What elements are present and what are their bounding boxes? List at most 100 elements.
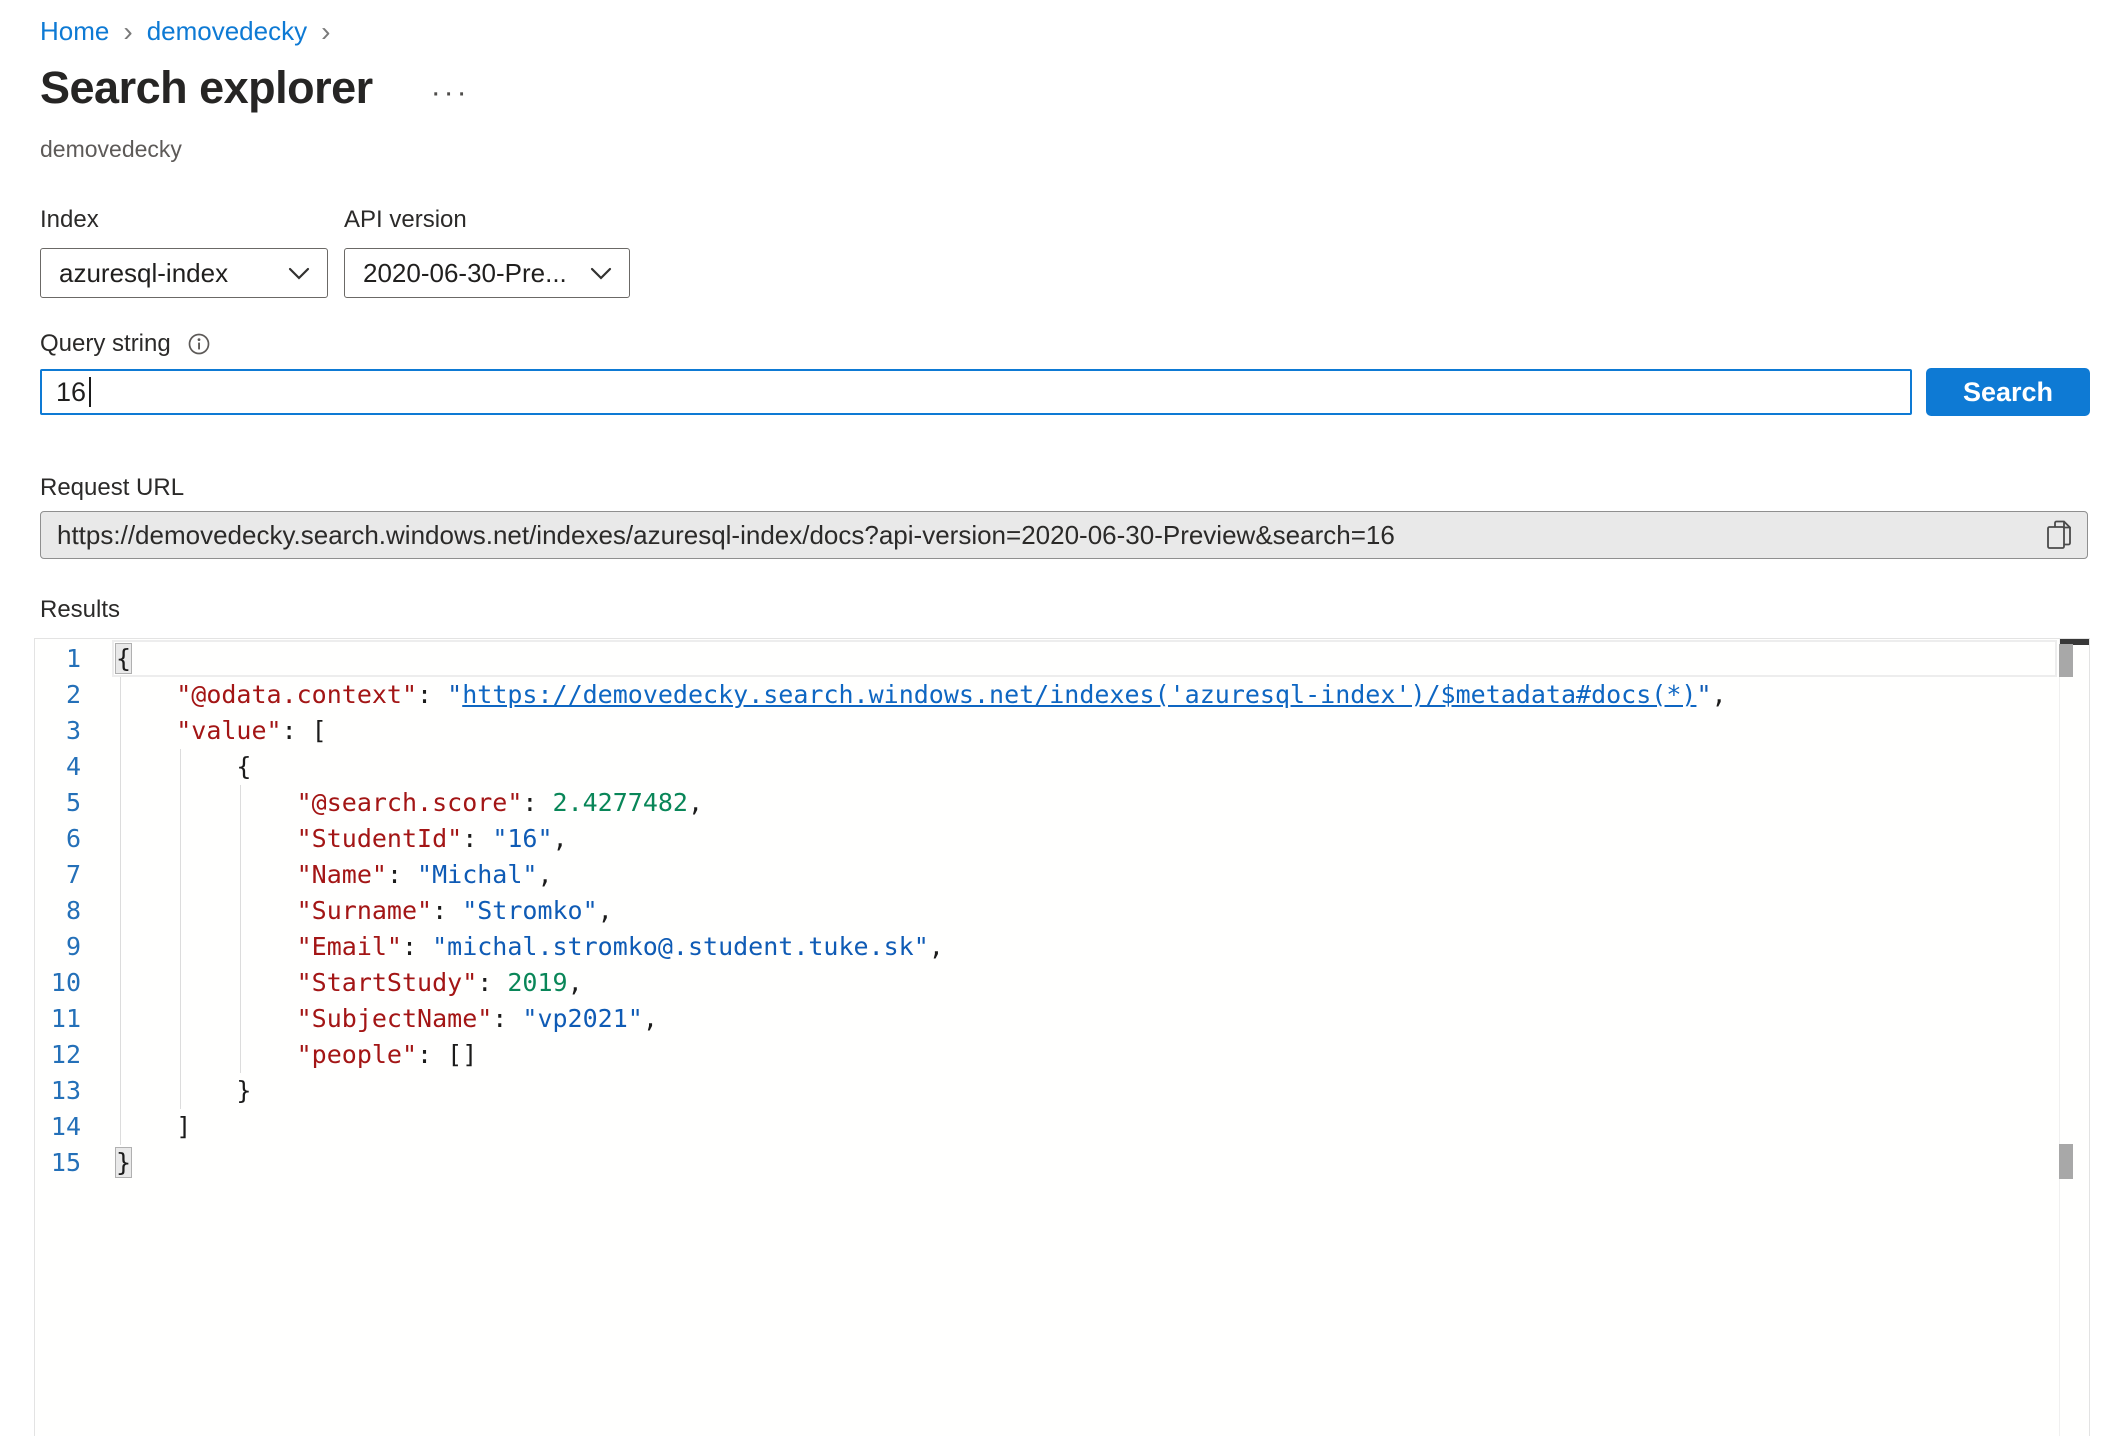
code-token: 2.4277482 <box>553 788 688 817</box>
code-line: 10 "StartStudy": 2019, <box>35 965 2089 1001</box>
code-line: 11 "SubjectName": "vp2021", <box>35 1001 2089 1037</box>
line-number: 3 <box>35 713 81 749</box>
breadcrumb: Home › demovedecky › <box>40 16 330 47</box>
code-line: 7 "Name": "Michal", <box>35 857 2089 893</box>
code-line: 13 } <box>35 1073 2089 1109</box>
line-number: 9 <box>35 929 81 965</box>
line-number: 14 <box>35 1109 81 1145</box>
chevron-down-icon <box>287 266 311 281</box>
text-caret <box>89 377 91 407</box>
code-token <box>116 860 297 889</box>
code-token <box>116 1004 297 1033</box>
more-actions-button[interactable]: ··· <box>431 66 470 110</box>
code-lines: 1 {2 "@odata.context": "https://demovedec… <box>35 639 2089 1436</box>
code-token: } <box>116 1076 251 1105</box>
code-token: "@search.score" <box>297 788 523 817</box>
code-token <box>116 716 176 745</box>
code-token: { <box>116 644 131 673</box>
code-token: : [] <box>417 1040 477 1069</box>
copy-icon[interactable] <box>2045 519 2073 551</box>
page-subtitle: demovedecky <box>40 136 182 163</box>
code-token: , <box>568 968 583 997</box>
query-string-input[interactable] <box>40 369 1912 415</box>
code-token: } <box>116 1148 131 1177</box>
request-url-value: https://demovedecky.search.windows.net/i… <box>57 520 1395 551</box>
code-token <box>116 788 297 817</box>
code-line: 6 "StudentId": "16", <box>35 821 2089 857</box>
line-number: 15 <box>35 1145 81 1181</box>
code-token: "michal.stromko@.student.tuke.sk" <box>432 932 929 961</box>
query-string-label: Query string <box>40 330 171 358</box>
code-token <box>116 932 297 961</box>
code-line: 3 "value": [ <box>35 713 2089 749</box>
code-token: : <box>477 968 507 997</box>
results-editor[interactable]: 1 {2 "@odata.context": "https://demovedec… <box>34 638 2090 1436</box>
code-token: ] <box>116 1112 191 1141</box>
code-token: : <box>387 860 417 889</box>
code-token: "@odata.context" <box>176 680 417 709</box>
code-token: : <box>417 680 447 709</box>
code-token: "16" <box>492 824 552 853</box>
editor-scrollbar[interactable] <box>2059 639 2089 1436</box>
code-line: 8 "Surname": "Stromko", <box>35 893 2089 929</box>
code-token: : [ <box>282 716 327 745</box>
code-token: "SubjectName" <box>297 1004 493 1033</box>
odata-context-link[interactable]: https://demovedecky.search.windows.net/i… <box>462 680 1696 709</box>
api-version-select-value: 2020-06-30-Pre... <box>363 258 567 289</box>
code-token: , <box>1712 680 1727 709</box>
index-select[interactable]: azuresql-index <box>40 248 328 298</box>
code-token: "people" <box>297 1040 417 1069</box>
info-icon[interactable] <box>187 332 211 356</box>
code-line: 12 "people": [] <box>35 1037 2089 1073</box>
search-explorer-page: Home › demovedecky › Search explorer ···… <box>0 0 2102 1436</box>
code-token: "StartStudy" <box>297 968 478 997</box>
code-token: 2019 <box>507 968 567 997</box>
scrollbar-thumb[interactable] <box>2059 644 2073 677</box>
code-token <box>116 680 176 709</box>
line-number: 4 <box>35 749 81 785</box>
line-number: 13 <box>35 1073 81 1109</box>
code-token: "Surname" <box>297 896 432 925</box>
code-token: : <box>522 788 552 817</box>
line-number: 10 <box>35 965 81 1001</box>
line-number: 8 <box>35 893 81 929</box>
code-token: { <box>116 752 251 781</box>
overview-ruler-decoration <box>2059 1144 2073 1179</box>
code-token: " <box>447 680 462 709</box>
code-line: 15} <box>35 1145 2089 1181</box>
request-url-field: https://demovedecky.search.windows.net/i… <box>40 511 2088 559</box>
code-line: 2 "@odata.context": "https://demovedecky… <box>35 677 2089 713</box>
request-url-label: Request URL <box>40 474 184 502</box>
code-token <box>116 1040 297 1069</box>
index-label: Index <box>40 206 328 234</box>
code-token: "vp2021" <box>522 1004 642 1033</box>
code-token: , <box>537 860 552 889</box>
api-version-label: API version <box>344 206 630 234</box>
code-token: "Name" <box>297 860 387 889</box>
line-number: 5 <box>35 785 81 821</box>
search-button[interactable]: Search <box>1926 368 2090 416</box>
chevron-right-icon: › <box>321 19 330 45</box>
code-token: " <box>1696 680 1711 709</box>
line-number: 2 <box>35 677 81 713</box>
code-token: , <box>643 1004 658 1033</box>
breadcrumb-service-link[interactable]: demovedecky <box>147 16 307 47</box>
code-token: "Stromko" <box>462 896 597 925</box>
code-token: , <box>688 788 703 817</box>
line-number: 1 <box>35 641 81 677</box>
code-token: : <box>492 1004 522 1033</box>
page-title: Search explorer <box>40 62 373 114</box>
code-token: "Email" <box>297 932 402 961</box>
code-token: "Michal" <box>417 860 537 889</box>
code-token <box>116 824 297 853</box>
code-line: 4 { <box>35 749 2089 785</box>
line-number: 11 <box>35 1001 81 1037</box>
code-token: , <box>553 824 568 853</box>
breadcrumb-home-link[interactable]: Home <box>40 16 109 47</box>
results-label: Results <box>40 596 120 624</box>
line-number: 6 <box>35 821 81 857</box>
code-token <box>116 896 297 925</box>
code-token: "StudentId" <box>297 824 463 853</box>
code-token: : <box>402 932 432 961</box>
api-version-select[interactable]: 2020-06-30-Pre... <box>344 248 630 298</box>
